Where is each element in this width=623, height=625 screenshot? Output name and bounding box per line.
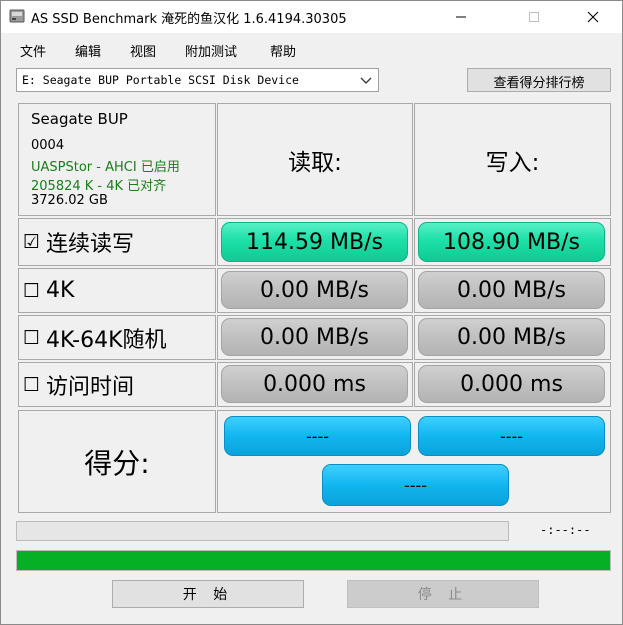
menu-help[interactable]: 帮助 <box>270 41 296 60</box>
cell-4k64-read: 0.00 MB/s <box>217 315 413 360</box>
minimize-icon <box>456 16 466 18</box>
device-select[interactable]: E: Seagate BUP Portable SCSI Disk Device <box>16 68 379 92</box>
cell-access-write: 0.000 ms <box>414 362 611 407</box>
drive-firmware: 0004 <box>31 138 65 153</box>
menu-view[interactable]: 视图 <box>130 41 156 60</box>
app-window: AS SSD Benchmark 淹死的鱼汉化 1.6.4194.30305 文… <box>0 0 623 625</box>
minimize-button[interactable] <box>438 1 484 33</box>
result-4k-write: 0.00 MB/s <box>418 271 605 309</box>
menu-bar: 文件 编辑 视图 附加测试 帮助 <box>1 33 622 63</box>
overall-progress-bar <box>16 550 611 571</box>
checkbox-access[interactable]: ☐ <box>23 374 40 396</box>
result-seq-read: 114.59 MB/s <box>221 222 408 262</box>
label-seq: 连续读写 <box>46 232 135 257</box>
drive-driver-status: UASPStor - AHCI 已启用 <box>31 160 180 175</box>
drive-info-panel: Seagate BUP 0004 UASPStor - AHCI 已启用 205… <box>18 103 216 216</box>
drive-name: Seagate BUP <box>31 110 128 128</box>
label-4k64: 4K-64K随机 <box>46 327 167 353</box>
result-4k64-write: 0.00 MB/s <box>418 318 605 356</box>
cell-4k-read: 0.00 MB/s <box>217 268 413 313</box>
label-4k: 4K <box>46 278 75 303</box>
checkbox-seq[interactable]: ☑ <box>23 231 40 253</box>
checkbox-4k[interactable]: ☐ <box>23 280 40 302</box>
label-access: 访问时间 <box>46 374 135 400</box>
start-button[interactable]: 开 始 <box>112 580 304 608</box>
cell-4k-write: 0.00 MB/s <box>414 268 611 313</box>
row-label-4k[interactable]: ☐ 4K <box>18 268 216 313</box>
read-header-panel: 读取: <box>217 103 413 216</box>
result-4k64-read: 0.00 MB/s <box>221 318 408 356</box>
menu-extra-tests[interactable]: 附加测试 <box>185 41 237 60</box>
chevron-down-icon <box>360 77 372 84</box>
maximize-button[interactable] <box>511 1 557 33</box>
menu-edit[interactable]: 编辑 <box>75 41 101 60</box>
close-button[interactable] <box>570 1 616 33</box>
result-seq-write: 108.90 MB/s <box>418 222 605 262</box>
menu-file[interactable]: 文件 <box>20 41 46 60</box>
cell-seq-read: 114.59 MB/s <box>217 218 413 266</box>
score-panel: ---- ---- ---- <box>217 410 611 513</box>
overall-progress-fill <box>17 551 610 570</box>
row-label-access[interactable]: ☐ 访问时间 <box>18 362 216 407</box>
view-rankings-button[interactable]: 查看得分排行榜 <box>467 68 611 92</box>
write-header-panel: 写入: <box>414 103 611 216</box>
result-4k-read: 0.00 MB/s <box>221 271 408 309</box>
write-header: 写入: <box>485 149 540 176</box>
row-label-4k64[interactable]: ☐ 4K-64K随机 <box>18 315 216 360</box>
drive-capacity: 3726.02 GB <box>31 193 108 208</box>
stop-button[interactable]: 停 止 <box>347 580 539 608</box>
close-icon <box>587 11 599 23</box>
score-total: ---- <box>322 464 509 506</box>
disk-app-icon <box>9 9 25 23</box>
title-bar[interactable]: AS SSD Benchmark 淹死的鱼汉化 1.6.4194.30305 <box>1 1 622 33</box>
elapsed-time: -:--:-- <box>540 523 591 537</box>
drive-alignment-status: 205824 K - 4K 已对齐 <box>31 179 167 194</box>
result-access-write: 0.000 ms <box>418 365 605 403</box>
row-label-seq[interactable]: ☑ 连续读写 <box>18 218 216 266</box>
score-label: 得分: <box>84 446 150 480</box>
maximize-icon <box>529 12 539 22</box>
result-access-read: 0.000 ms <box>221 365 408 403</box>
device-select-value: E: Seagate BUP Portable SCSI Disk Device <box>22 73 299 87</box>
read-header: 读取: <box>288 149 342 176</box>
score-write: ---- <box>418 416 605 456</box>
cell-4k64-write: 0.00 MB/s <box>414 315 611 360</box>
cell-seq-write: 108.90 MB/s <box>414 218 611 266</box>
score-label-panel: 得分: <box>18 410 216 513</box>
test-progress-bar <box>16 521 509 541</box>
checkbox-4k64[interactable]: ☐ <box>23 327 40 349</box>
score-read: ---- <box>224 416 411 456</box>
window-title: AS SSD Benchmark 淹死的鱼汉化 1.6.4194.30305 <box>31 12 347 27</box>
cell-access-read: 0.000 ms <box>217 362 413 407</box>
